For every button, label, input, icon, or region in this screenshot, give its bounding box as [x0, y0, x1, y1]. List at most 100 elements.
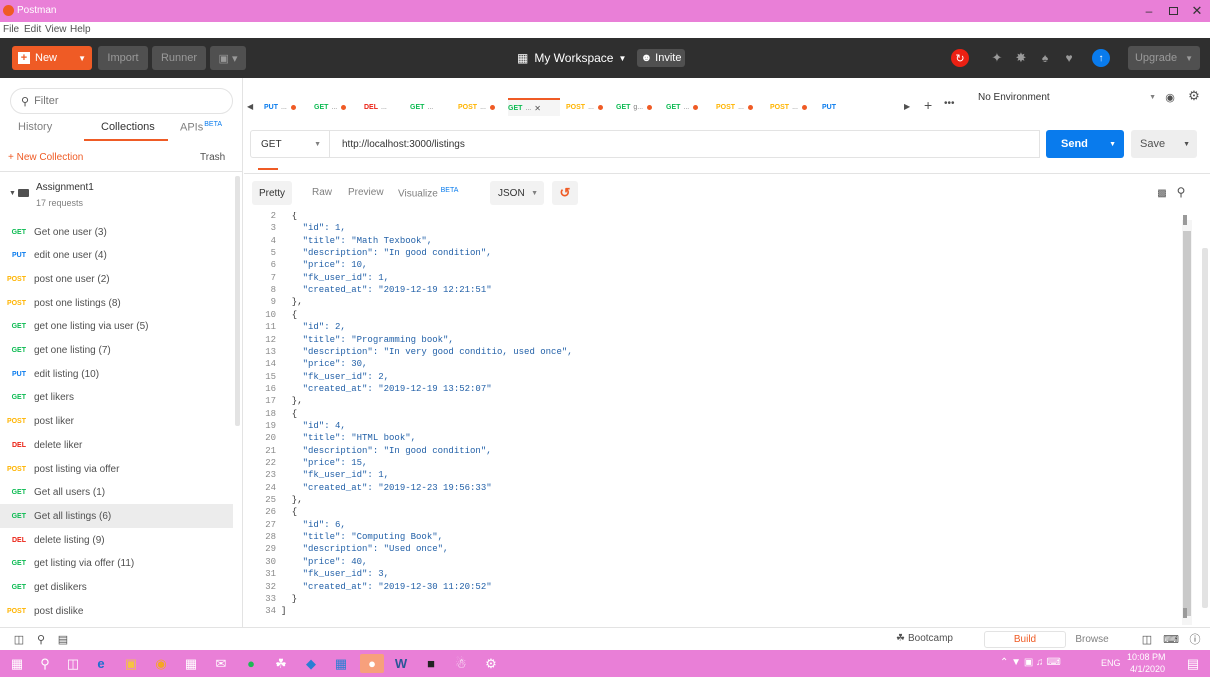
- sidebar-toggle-icon[interactable]: ◫: [12, 632, 26, 646]
- notifications-icon[interactable]: ▤: [1182, 654, 1204, 673]
- url-input[interactable]: http://localhost:3000/listings: [329, 130, 1040, 158]
- tabs-scroll-right-icon[interactable]: ▶: [904, 102, 910, 111]
- language-indicator[interactable]: ENG: [1101, 658, 1121, 668]
- preview-view-button[interactable]: Preview: [348, 187, 384, 198]
- settings-icon[interactable]: ⚙: [480, 654, 502, 673]
- tab-history[interactable]: History: [18, 121, 52, 133]
- request-tab[interactable]: GET...: [666, 98, 710, 116]
- mail-icon[interactable]: ✉: [210, 654, 232, 673]
- wrap-lines-button[interactable]: ↺: [552, 181, 578, 205]
- new-collection-button[interactable]: + New Collection: [8, 152, 83, 163]
- file-explorer-icon[interactable]: ▣: [120, 654, 142, 673]
- maximize-button[interactable]: [1162, 3, 1184, 19]
- close-button[interactable]: ✕: [1186, 3, 1208, 19]
- minimize-button[interactable]: –: [1138, 3, 1160, 19]
- sidebar-request-item[interactable]: PUT edit listing (10): [0, 362, 233, 386]
- sidebar-request-item[interactable]: GET get dislikers: [0, 576, 233, 600]
- menu-file[interactable]: File: [3, 24, 19, 35]
- spotify-icon[interactable]: ●: [240, 654, 262, 673]
- clock-date[interactable]: 4/1/2020: [1130, 664, 1165, 674]
- filter-input[interactable]: [34, 95, 215, 107]
- heart-icon[interactable]: ♥: [1060, 49, 1078, 67]
- tab-apis[interactable]: APIsBETA: [180, 121, 222, 134]
- new-tab-icon[interactable]: +: [924, 97, 932, 113]
- request-tab[interactable]: POST...: [458, 98, 502, 116]
- sync-icon[interactable]: ↻: [951, 49, 969, 67]
- two-pane-icon[interactable]: ◫: [1140, 632, 1154, 646]
- format-select[interactable]: JSON ▼: [490, 181, 544, 205]
- sidebar-scrollbar[interactable]: [235, 176, 240, 426]
- gear-icon[interactable]: ⚙: [1186, 88, 1202, 104]
- browse-button[interactable]: Browse: [1066, 631, 1118, 648]
- raw-view-button[interactable]: Raw: [312, 187, 332, 198]
- main-right-scrollbar[interactable]: [1202, 248, 1208, 608]
- keyboard-icon[interactable]: ⌨: [1163, 632, 1179, 646]
- sidebar-request-item[interactable]: GET get likers: [0, 386, 233, 410]
- invite-button[interactable]: ☻ Invite: [637, 49, 685, 67]
- remote-desktop-icon[interactable]: ▦: [330, 654, 352, 673]
- tab-collections[interactable]: Collections: [101, 121, 155, 133]
- sidebar-request-item[interactable]: POST post one listings (8): [0, 291, 233, 315]
- bootcamp-link[interactable]: ☘ Bootcamp: [896, 633, 953, 644]
- bag-icon[interactable]: ☘: [270, 654, 292, 673]
- windows-start-icon[interactable]: ▦: [6, 654, 28, 673]
- save-button[interactable]: Save ▼: [1131, 130, 1197, 158]
- response-body-editor[interactable]: 2 {3 "id": 1, 4 "title": "Math Texbook", 5…: [244, 212, 1179, 624]
- menu-view[interactable]: View: [45, 24, 67, 35]
- menu-edit[interactable]: Edit: [24, 24, 41, 35]
- new-button[interactable]: + New ▼: [12, 46, 92, 70]
- sidebar-request-item[interactable]: GET Get all listings (6): [0, 504, 233, 529]
- request-tab[interactable]: GET... ✕: [508, 98, 560, 116]
- sidebar-request-item[interactable]: POST post listing via offer: [0, 457, 233, 481]
- request-tab[interactable]: GET g...: [616, 98, 660, 116]
- sidebar-request-item[interactable]: GET Get all users (1): [0, 481, 233, 505]
- help-icon[interactable]: ⓘ: [1188, 632, 1202, 646]
- method-select[interactable]: GET ▼: [250, 130, 330, 158]
- request-tab[interactable]: POST...: [566, 98, 610, 116]
- sidebar-request-item[interactable]: DEL delete listing (9): [0, 528, 233, 552]
- bell-icon[interactable]: ♠: [1036, 49, 1054, 67]
- terminal-icon[interactable]: ■: [420, 654, 442, 673]
- collection-assignment1[interactable]: ▼ Assignment1 17 requests: [0, 176, 233, 214]
- send-button[interactable]: Send ▼: [1046, 130, 1124, 158]
- sidebar-request-item[interactable]: DEL delete liker: [0, 433, 233, 457]
- request-tab[interactable]: GET...: [410, 98, 452, 116]
- store-icon[interactable]: ▦: [180, 654, 202, 673]
- tabs-scroll-left-icon[interactable]: ◀: [247, 102, 253, 111]
- request-tab[interactable]: PUT...: [264, 98, 308, 116]
- new-window-button[interactable]: ▣ ▾: [210, 46, 246, 70]
- find-icon[interactable]: ⚲: [34, 632, 48, 646]
- search-icon[interactable]: ⚲: [1174, 185, 1188, 199]
- build-button[interactable]: Build: [984, 631, 1066, 648]
- request-tab[interactable]: GET...: [314, 98, 358, 116]
- satellite-icon[interactable]: ✦: [988, 49, 1006, 67]
- request-tab[interactable]: DEL...: [364, 98, 404, 116]
- avatar[interactable]: ↑: [1092, 49, 1110, 67]
- edge-icon[interactable]: e: [90, 654, 112, 673]
- workspace-selector[interactable]: ▦ My Workspace ▼: [517, 49, 626, 67]
- sidebar-request-item[interactable]: POST post dislike: [0, 599, 233, 623]
- eye-icon[interactable]: ◉: [1162, 90, 1178, 104]
- more-tabs-icon[interactable]: •••: [944, 98, 955, 109]
- sidebar-request-item[interactable]: GET get listing via offer (11): [0, 552, 233, 576]
- sidebar-request-item[interactable]: GET get one listing via user (5): [0, 315, 233, 339]
- sidebar-request-item[interactable]: POST post liker: [0, 410, 233, 434]
- menu-help[interactable]: Help: [70, 24, 91, 35]
- word-icon[interactable]: W: [390, 654, 412, 673]
- sidebar-request-item[interactable]: GET Get one user (3): [0, 220, 233, 244]
- copy-icon[interactable]: ▩: [1156, 187, 1168, 199]
- upgrade-button[interactable]: Upgrade ▼: [1128, 46, 1200, 70]
- request-tab[interactable]: POST...: [770, 98, 816, 116]
- trash-button[interactable]: Trash: [200, 152, 225, 163]
- vscode-icon[interactable]: ◆: [300, 654, 322, 673]
- clock-time[interactable]: 10:08 PM: [1127, 652, 1166, 662]
- sidebar-request-item[interactable]: GET get one listing (7): [0, 339, 233, 363]
- import-button[interactable]: Import: [98, 46, 148, 70]
- request-tab[interactable]: POST...: [716, 98, 764, 116]
- postman-taskbar-icon[interactable]: ●: [360, 654, 384, 673]
- request-tab[interactable]: PUT: [822, 98, 848, 116]
- visualize-view-button[interactable]: Visualize BETA: [398, 187, 458, 199]
- editor-scrollbar-thumb[interactable]: [1183, 231, 1191, 616]
- task-view-icon[interactable]: ◫: [62, 654, 84, 673]
- system-tray-icons[interactable]: ⌃ ▼ ▣ ♫ ⌨: [1000, 657, 1061, 668]
